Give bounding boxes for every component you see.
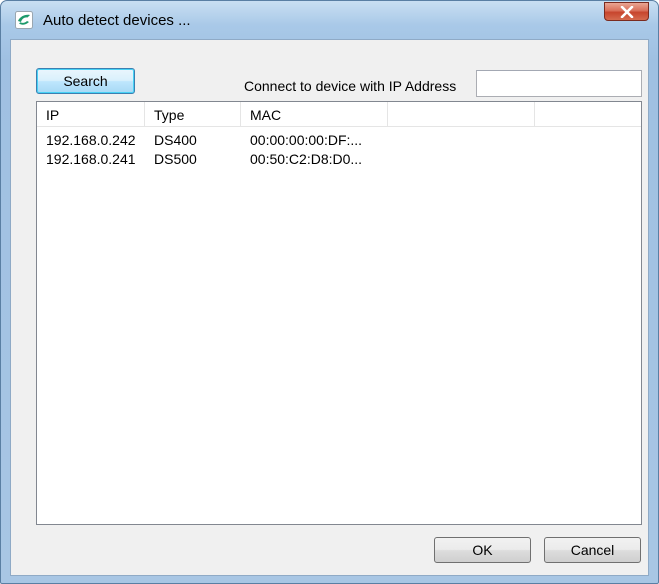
device-list-header: IP Type MAC (37, 102, 641, 127)
ip-address-input[interactable] (476, 70, 642, 97)
device-type: DS400 (154, 132, 197, 148)
column-header-5[interactable] (535, 102, 641, 126)
device-list[interactable]: IP Type MAC 192.168.0.242 DS400 00:00:00… (36, 101, 642, 525)
window-title: Auto detect devices ... (43, 12, 191, 29)
column-header-type[interactable]: Type (145, 102, 241, 126)
device-ip: 192.168.0.241 (46, 151, 136, 167)
app-logo-icon (15, 11, 33, 29)
ok-button[interactable]: OK (434, 537, 531, 563)
dialog-content: Search Connect to device with IP Address… (10, 39, 649, 576)
device-row[interactable]: 192.168.0.241 DS500 00:50:C2:D8:D0... (37, 150, 641, 169)
title-bar[interactable]: Auto detect devices ... (1, 1, 658, 31)
device-mac: 00:50:C2:D8:D0... (250, 151, 363, 167)
search-button[interactable]: Search (36, 68, 135, 94)
device-ip: 192.168.0.242 (46, 132, 136, 148)
device-type: DS500 (154, 151, 197, 167)
column-header-mac[interactable]: MAC (241, 102, 388, 126)
device-row[interactable]: 192.168.0.242 DS400 00:00:00:00:DF:... (37, 131, 641, 150)
column-header-4[interactable] (388, 102, 535, 126)
dialog-window: Auto detect devices ... Search Connect t… (0, 0, 659, 584)
cancel-button[interactable]: Cancel (544, 537, 641, 563)
close-button[interactable] (604, 2, 649, 21)
column-header-ip[interactable]: IP (37, 102, 145, 126)
close-icon (620, 6, 634, 18)
ip-address-label: Connect to device with IP Address (244, 78, 457, 94)
device-mac: 00:00:00:00:DF:... (250, 132, 363, 148)
